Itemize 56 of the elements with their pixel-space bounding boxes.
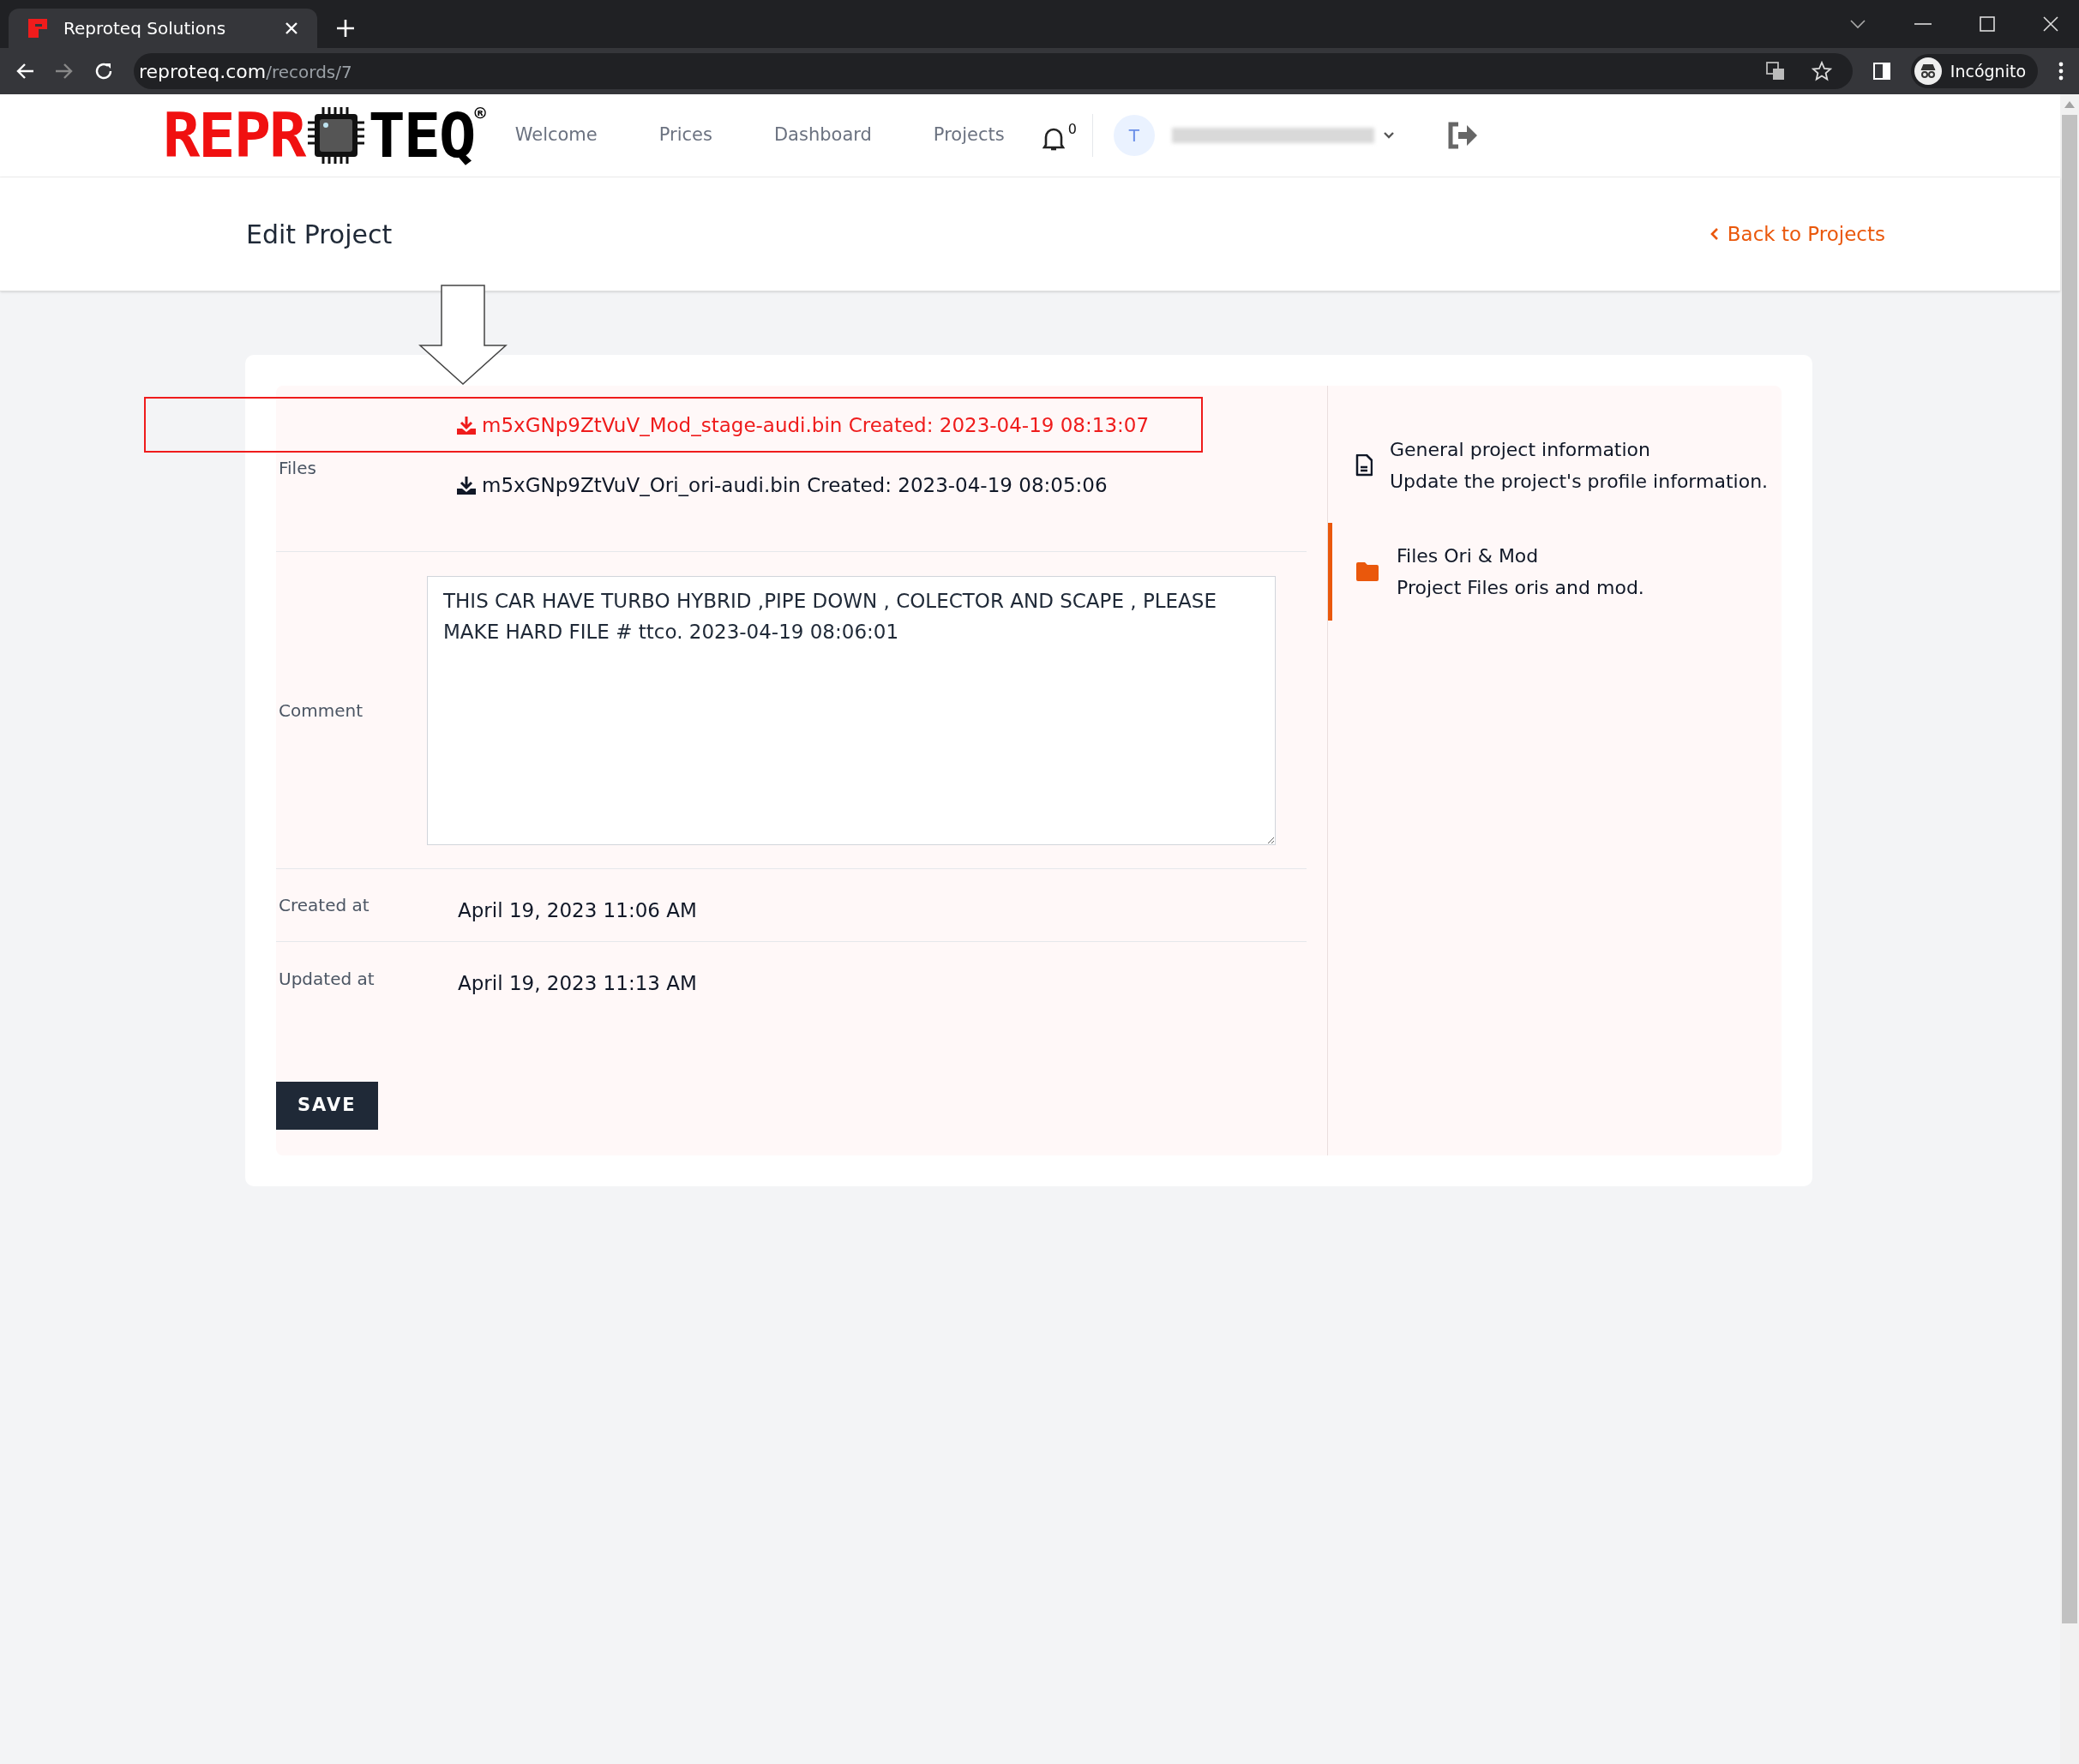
side-nav-subtitle: Update the project's profile information. (1390, 470, 1769, 494)
more-menu-icon[interactable] (2058, 62, 2064, 81)
comment-field[interactable]: THIS CAR HAVE TURBO HYBRID ,PIPE DOWN , COLECTOR AND SCAPE , PLEASE MAKE HARD FILE # ttco. 2023-04-19 08:06:01 (427, 575, 1276, 845)
back-link[interactable]: Back to Projects (1709, 219, 1885, 249)
notification-bell[interactable]: 0 (1042, 119, 1077, 152)
side-nav-title: General project information (1390, 438, 1651, 462)
side-nav-subtitle: Project Files oris and mod. (1397, 576, 1644, 600)
translate-icon[interactable] (1764, 61, 1786, 81)
incognito-icon (1914, 57, 1942, 85)
reload-icon[interactable] (94, 62, 113, 81)
profile-label: Incógnito (1950, 60, 2026, 82)
side-nav-item[interactable]: Files Ori & Mod Project Files oris and mod. (1328, 523, 1782, 621)
field-label: Files (278, 458, 317, 478)
folder-icon (1355, 561, 1379, 582)
field-label: Created at (278, 894, 370, 917)
chevron-left-icon (1709, 227, 1719, 241)
save-button[interactable]: SAVE (276, 1082, 378, 1130)
chevron-down-icon[interactable] (1849, 19, 1866, 29)
download-icon (456, 414, 477, 435)
nav-link[interactable]: Prices (658, 122, 712, 149)
back-arrow-icon[interactable] (15, 63, 34, 80)
field-label: Updated at (278, 967, 376, 991)
document-icon (1355, 454, 1373, 477)
avatar: T (1113, 115, 1155, 156)
chevron-down-icon (1382, 131, 1395, 140)
bell-icon (1042, 126, 1065, 152)
scrollbar-thumb[interactable] (2062, 115, 2077, 1623)
nav-link[interactable]: Welcome (514, 122, 598, 149)
field-value: April 19, 2023 11:13 AM (457, 971, 697, 997)
scrollbar[interactable] (2060, 94, 2079, 1764)
chip-icon (306, 105, 367, 165)
site-logo[interactable]: REPR TEQ® (163, 105, 484, 166)
site-favicon-icon (27, 18, 50, 39)
browser-tab[interactable]: Reproteq Solutions (9, 9, 317, 48)
side-panel-icon[interactable] (1872, 63, 1890, 80)
nav-link[interactable]: Dashboard (773, 122, 872, 149)
side-nav-item[interactable]: General project information Update the project's profile information. (1328, 417, 1782, 514)
field-value: April 19, 2023 11:06 AM (457, 897, 697, 923)
maximize-icon[interactable] (1980, 16, 1995, 32)
close-icon[interactable] (2043, 16, 2058, 32)
forward-arrow-icon[interactable] (55, 63, 74, 80)
minimize-icon[interactable] (1914, 22, 1932, 26)
nav-link[interactable]: Projects (933, 122, 1005, 149)
field-label: Comment (278, 699, 364, 723)
page-title: Edit Project (246, 218, 393, 251)
tab-title: Reproteq Solutions (63, 17, 227, 40)
new-tab-icon[interactable] (336, 19, 355, 38)
side-nav-title: Files Ori & Mod (1397, 544, 1540, 568)
star-icon[interactable] (1811, 61, 1832, 81)
file-link[interactable]: m5xGNp9ZtVuV_Mod_stage-audi.bin Created: 2023-04-19 08:13:07 (456, 412, 1150, 437)
file-link[interactable]: m5xGNp9ZtVuV_Ori_ori-audi.bin Created: 2023-04-19 08:05:06 (456, 473, 1203, 497)
url-text: reproteq.com/records/7 (139, 59, 352, 84)
address-bar[interactable]: reproteq.com/records/7 (134, 53, 1853, 89)
download-icon (456, 475, 477, 495)
profile-chip[interactable]: Incógnito (1910, 54, 2038, 88)
notification-count: 0 (1067, 120, 1077, 139)
